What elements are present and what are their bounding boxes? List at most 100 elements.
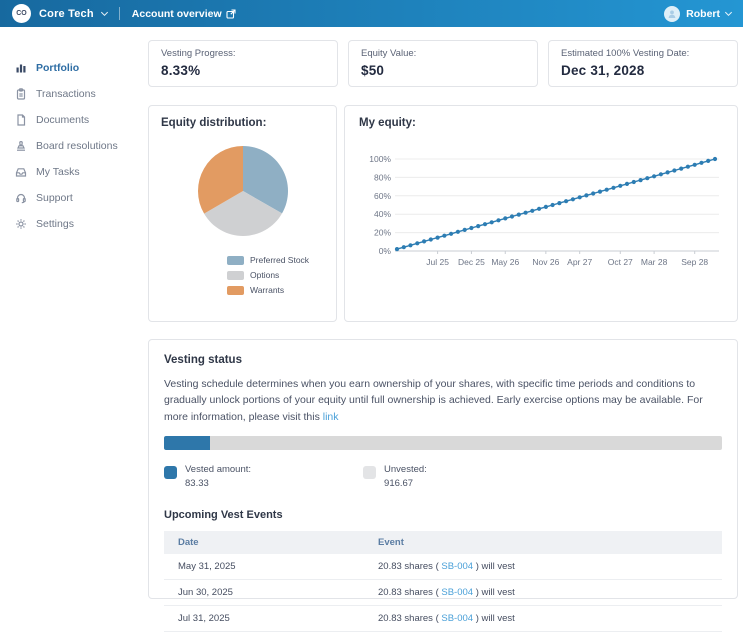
- event-date: Jun 30, 2025: [164, 580, 364, 606]
- vesting-status-card: Vesting status Vesting schedule determin…: [148, 339, 738, 599]
- sidebar-item-label: Portfolio: [36, 62, 79, 74]
- event-text: ) will vest: [473, 613, 515, 624]
- user-name[interactable]: Robert: [686, 8, 720, 20]
- sidebar-item-label: My Tasks: [36, 166, 80, 178]
- vesting-description-text: Vesting schedule determines when you ear…: [164, 378, 703, 423]
- svg-text:20%: 20%: [374, 228, 391, 238]
- stat-label: Vesting Progress:: [161, 48, 325, 59]
- stat-card-equity-value: Equity Value: $50: [348, 40, 538, 87]
- pie-legend: Preferred Stock Options Warrants: [227, 255, 324, 300]
- svg-text:Mar 28: Mar 28: [641, 257, 668, 267]
- sidebar-item-label: Support: [36, 192, 73, 204]
- unvested-value: 916.67: [384, 478, 413, 489]
- vesting-status-title: Vesting status: [164, 354, 722, 366]
- event-text: 20.83 shares (: [378, 561, 441, 572]
- legend-label: Preferred Stock: [250, 255, 309, 265]
- vest-events-table: Date Event May 31, 2025 20.83 shares ( S…: [164, 531, 722, 632]
- sidebar-item-board-resolutions[interactable]: Board resolutions: [0, 135, 140, 156]
- company-name[interactable]: Core Tech: [39, 8, 94, 20]
- security-link[interactable]: SB-004: [441, 587, 473, 598]
- stat-label: Equity Value:: [361, 48, 525, 59]
- my-equity-line-chart: 0%20%40%60%80%100%Jul 25Dec 25May 26Nov …: [359, 151, 723, 277]
- event-date: Jul 31, 2025: [164, 606, 364, 632]
- person-icon: [667, 9, 677, 19]
- sidebar-item-portfolio[interactable]: Portfolio: [0, 57, 140, 78]
- vested-label: Vested amount:: [185, 464, 251, 475]
- stat-value: 8.33%: [161, 63, 325, 78]
- event-description: 20.83 shares ( SB-004 ) will vest: [364, 580, 722, 606]
- sidebar-item-documents[interactable]: Documents: [0, 109, 140, 130]
- svg-text:Apr 27: Apr 27: [567, 257, 592, 267]
- vested-value: 83.33: [185, 478, 209, 489]
- legend-item-options: Options: [227, 270, 324, 280]
- stat-value: Dec 31, 2028: [561, 63, 725, 78]
- stat-value: $50: [361, 63, 525, 78]
- more-info-link[interactable]: link: [323, 411, 339, 423]
- legend-item-preferred-stock: Preferred Stock: [227, 255, 324, 265]
- sidebar-item-transactions[interactable]: Transactions: [0, 83, 140, 104]
- table-row: Jun 30, 2025 20.83 shares ( SB-004 ) wil…: [164, 580, 722, 606]
- stat-card-vesting-progress: Vesting Progress: 8.33%: [148, 40, 338, 87]
- event-date: May 31, 2025: [164, 554, 364, 580]
- svg-text:40%: 40%: [374, 209, 391, 219]
- upcoming-vest-events-title: Upcoming Vest Events: [164, 509, 722, 521]
- sidebar: Portfolio Transactions Documents Board r…: [0, 27, 140, 566]
- divider: [119, 7, 120, 20]
- legend-item-unvested: Unvested: 916.67: [363, 463, 427, 492]
- user-avatar[interactable]: [664, 6, 680, 22]
- sidebar-item-label: Documents: [36, 114, 89, 126]
- external-link-icon: [226, 9, 236, 19]
- legend-swatch: [227, 286, 244, 295]
- legend-item-warrants: Warrants: [227, 285, 324, 295]
- column-header-date: Date: [164, 531, 364, 554]
- sidebar-item-support[interactable]: Support: [0, 187, 140, 208]
- sidebar-item-label: Board resolutions: [36, 140, 118, 152]
- svg-text:80%: 80%: [374, 172, 391, 182]
- company-avatar[interactable]: CO: [12, 4, 31, 23]
- svg-text:100%: 100%: [369, 154, 391, 164]
- documents-icon: [14, 113, 27, 126]
- unvested-text: Unvested: 916.67: [384, 463, 427, 492]
- svg-text:0%: 0%: [379, 246, 392, 256]
- svg-text:Sep 28: Sep 28: [681, 257, 708, 267]
- event-text: 20.83 shares (: [378, 613, 441, 624]
- svg-text:60%: 60%: [374, 191, 391, 201]
- my-tasks-icon: [14, 165, 27, 178]
- event-text: ) will vest: [473, 561, 515, 572]
- chevron-down-icon[interactable]: [101, 8, 108, 15]
- table-row: Jul 31, 2025 20.83 shares ( SB-004 ) wil…: [164, 606, 722, 632]
- equity-distribution-pie-chart: [197, 145, 289, 237]
- sidebar-item-my-tasks[interactable]: My Tasks: [0, 161, 140, 182]
- event-text: 20.83 shares (: [378, 587, 441, 598]
- vesting-progress-fill: [164, 436, 210, 450]
- equity-distribution-card: Equity distribution: Preferred Stock Opt…: [148, 105, 337, 322]
- chevron-down-icon[interactable]: [725, 8, 732, 15]
- vesting-description: Vesting schedule determines when you ear…: [164, 376, 722, 425]
- security-link[interactable]: SB-004: [441, 561, 473, 572]
- table-row: May 31, 2025 20.83 shares ( SB-004 ) wil…: [164, 554, 722, 580]
- vesting-legend: Vested amount: 83.33 Unvested: 916.67: [164, 463, 722, 492]
- sidebar-item-label: Settings: [36, 218, 74, 230]
- sidebar-item-label: Transactions: [36, 88, 96, 100]
- legend-swatch: [227, 256, 244, 265]
- unvested-label: Unvested:: [384, 464, 427, 475]
- vesting-progress-bar: [164, 436, 722, 450]
- top-bar: CO Core Tech Account overview Robert: [0, 0, 743, 27]
- svg-text:Jul 25: Jul 25: [426, 257, 449, 267]
- svg-text:Oct 27: Oct 27: [608, 257, 633, 267]
- vested-swatch: [164, 466, 177, 479]
- legend-swatch: [227, 271, 244, 280]
- stat-card-vesting-date: Estimated 100% Vesting Date: Dec 31, 202…: [548, 40, 738, 87]
- support-icon: [14, 191, 27, 204]
- board-resolutions-icon: [14, 139, 27, 152]
- settings-icon: [14, 217, 27, 230]
- vested-text: Vested amount: 83.33: [185, 463, 251, 492]
- security-link[interactable]: SB-004: [441, 613, 473, 624]
- stats-row: Vesting Progress: 8.33% Equity Value: $5…: [148, 40, 738, 87]
- svg-text:Dec 25: Dec 25: [458, 257, 485, 267]
- breadcrumb[interactable]: Account overview: [132, 8, 236, 20]
- svg-text:Nov 26: Nov 26: [532, 257, 559, 267]
- main-content: Vesting Progress: 8.33% Equity Value: $5…: [148, 27, 738, 566]
- sidebar-item-settings[interactable]: Settings: [0, 213, 140, 234]
- event-description: 20.83 shares ( SB-004 ) will vest: [364, 606, 722, 632]
